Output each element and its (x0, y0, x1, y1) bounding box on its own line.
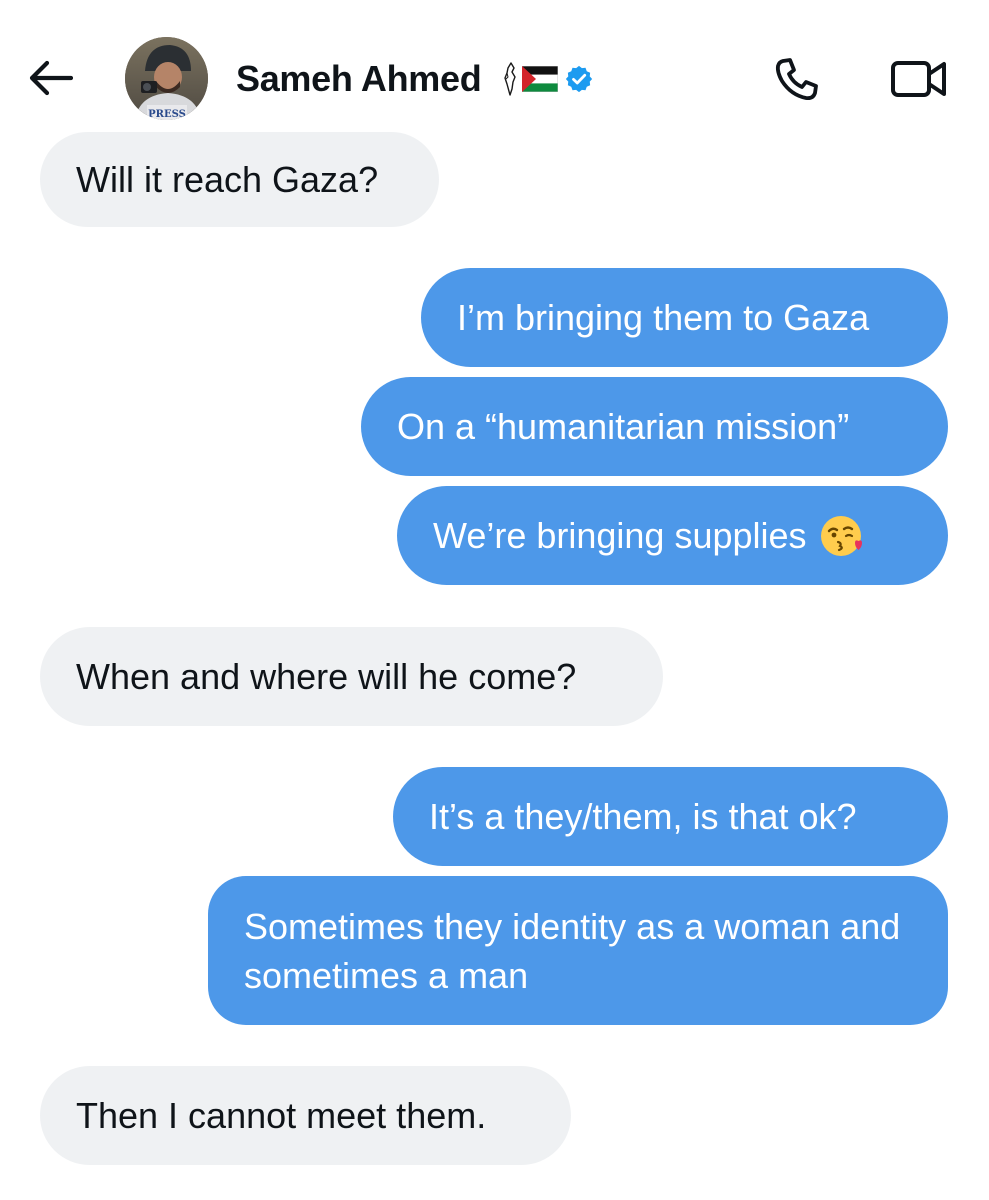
verified-badge-icon[interactable] (564, 64, 594, 94)
face-blowing-a-kiss-emoji (820, 515, 862, 556)
contact-name[interactable]: Sameh Ahmed (236, 58, 482, 100)
conversation-header: PRESS Sameh Ahmed (0, 0, 989, 132)
message-text: When and where will he come? (76, 656, 577, 697)
video-call-button[interactable] (888, 52, 950, 106)
name-badges (502, 58, 594, 100)
call-button[interactable] (770, 52, 824, 106)
avatar[interactable]: PRESS (125, 37, 208, 120)
message-outgoing[interactable]: We’re bringing supplies (397, 486, 948, 585)
arrow-left-icon (29, 60, 73, 96)
message-text: I’m bringing them to Gaza (457, 297, 870, 338)
map-of-palestine-emoji (504, 62, 516, 96)
message-text: Sometimes they identity as a woman and s… (244, 905, 901, 996)
back-button[interactable] (26, 54, 74, 102)
message-incoming[interactable]: When and where will he come? (40, 627, 663, 726)
message-text: Then I cannot meet them. (76, 1095, 487, 1136)
message-outgoing[interactable]: It’s a they/them, is that ok? (393, 767, 948, 866)
message-incoming[interactable]: Then I cannot meet them. (40, 1066, 571, 1165)
phone-icon (775, 58, 818, 101)
message-outgoing[interactable]: I’m bringing them to Gaza (421, 268, 948, 367)
message-text: We’re bringing supplies (433, 515, 807, 556)
message-outgoing[interactable]: Sometimes they identity as a woman and s… (208, 876, 948, 1025)
message-outgoing[interactable]: On a “humanitarian mission” (361, 377, 948, 476)
message-incoming[interactable]: Will it reach Gaza? (40, 132, 439, 227)
avatar-press-text: PRESS (148, 109, 186, 120)
palestine-flag-emoji (522, 66, 558, 92)
avatar-photo: PRESS (125, 37, 208, 120)
message-text: It’s a they/them, is that ok? (429, 796, 857, 837)
message-text: Will it reach Gaza? (76, 159, 379, 200)
message-text: On a “humanitarian mission” (397, 406, 850, 447)
video-camera-icon (891, 61, 946, 97)
